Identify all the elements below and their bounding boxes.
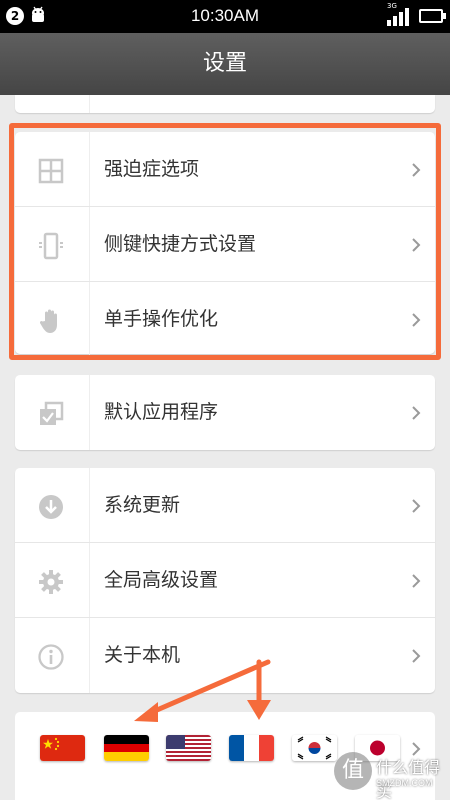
settings-item-global-advanced[interactable]: 全局高级设置 — [15, 543, 435, 618]
signal-icon — [387, 8, 409, 26]
download-icon — [39, 495, 63, 519]
watermark-logo: 值 — [334, 752, 372, 790]
chevron-right-icon — [412, 406, 421, 420]
chevron-right-icon — [412, 163, 421, 177]
settings-item-label: 单手操作优化 — [104, 308, 219, 330]
germany-flag-icon[interactable] — [104, 735, 149, 761]
settings-item-default-apps[interactable]: 默认应用程序 — [15, 375, 435, 450]
clock: 10:30AM — [190, 6, 260, 25]
page-title: 设置 — [0, 33, 450, 95]
settings-item-system-update[interactable]: 系统更新 — [15, 468, 435, 543]
chevron-right-icon — [412, 238, 421, 252]
watermark-text: 什么值得买 — [376, 758, 441, 800]
settings-item-about-device[interactable]: 关于本机 — [15, 618, 435, 693]
china-flag-icon[interactable] — [40, 735, 85, 761]
settings-item-label: 系统更新 — [104, 494, 181, 516]
status-bar: 2 10:30AM 3G — [0, 0, 450, 33]
hand-icon — [39, 309, 57, 333]
settings-item-label: 默认应用程序 — [104, 401, 219, 423]
battery-icon — [419, 9, 446, 23]
settings-item-label: 关于本机 — [104, 644, 181, 666]
settings-item-one-hand-mode[interactable]: 单手操作优化 — [15, 282, 435, 357]
grid-icon — [38, 158, 64, 184]
default-apps-icon — [40, 401, 64, 425]
chevron-right-icon — [412, 649, 421, 663]
france-flag-icon[interactable] — [229, 735, 274, 761]
gear-icon — [39, 570, 63, 594]
settings-group-partial — [15, 95, 435, 113]
info-icon — [38, 644, 64, 670]
settings-group-apps: 默认应用程序 — [15, 375, 435, 450]
settings-group-special: 强迫症选项 侧键快捷方式设置 单手操作优化 — [15, 132, 435, 357]
chevron-right-icon — [412, 499, 421, 513]
settings-item-side-key-shortcuts[interactable]: 侧键快捷方式设置 — [15, 207, 435, 282]
watermark-subtext: SMZDM.COM — [376, 778, 433, 788]
settings-item-label: 强迫症选项 — [104, 158, 200, 180]
usa-flag-icon[interactable] — [166, 735, 211, 761]
korea-flag-icon[interactable] — [292, 735, 337, 761]
settings-group-system: 系统更新 全局高级设置 关于本机 — [15, 468, 435, 693]
chevron-right-icon — [412, 313, 421, 327]
watermark: 值 什么值得买 SMZDM.COM — [334, 748, 450, 800]
side-key-phone-icon — [39, 232, 63, 260]
settings-item-label: 侧键快捷方式设置 — [104, 233, 257, 255]
chevron-right-icon — [412, 574, 421, 588]
settings-item-ocd-options[interactable]: 强迫症选项 — [15, 132, 435, 207]
settings-item-label: 全局高级设置 — [104, 569, 219, 591]
